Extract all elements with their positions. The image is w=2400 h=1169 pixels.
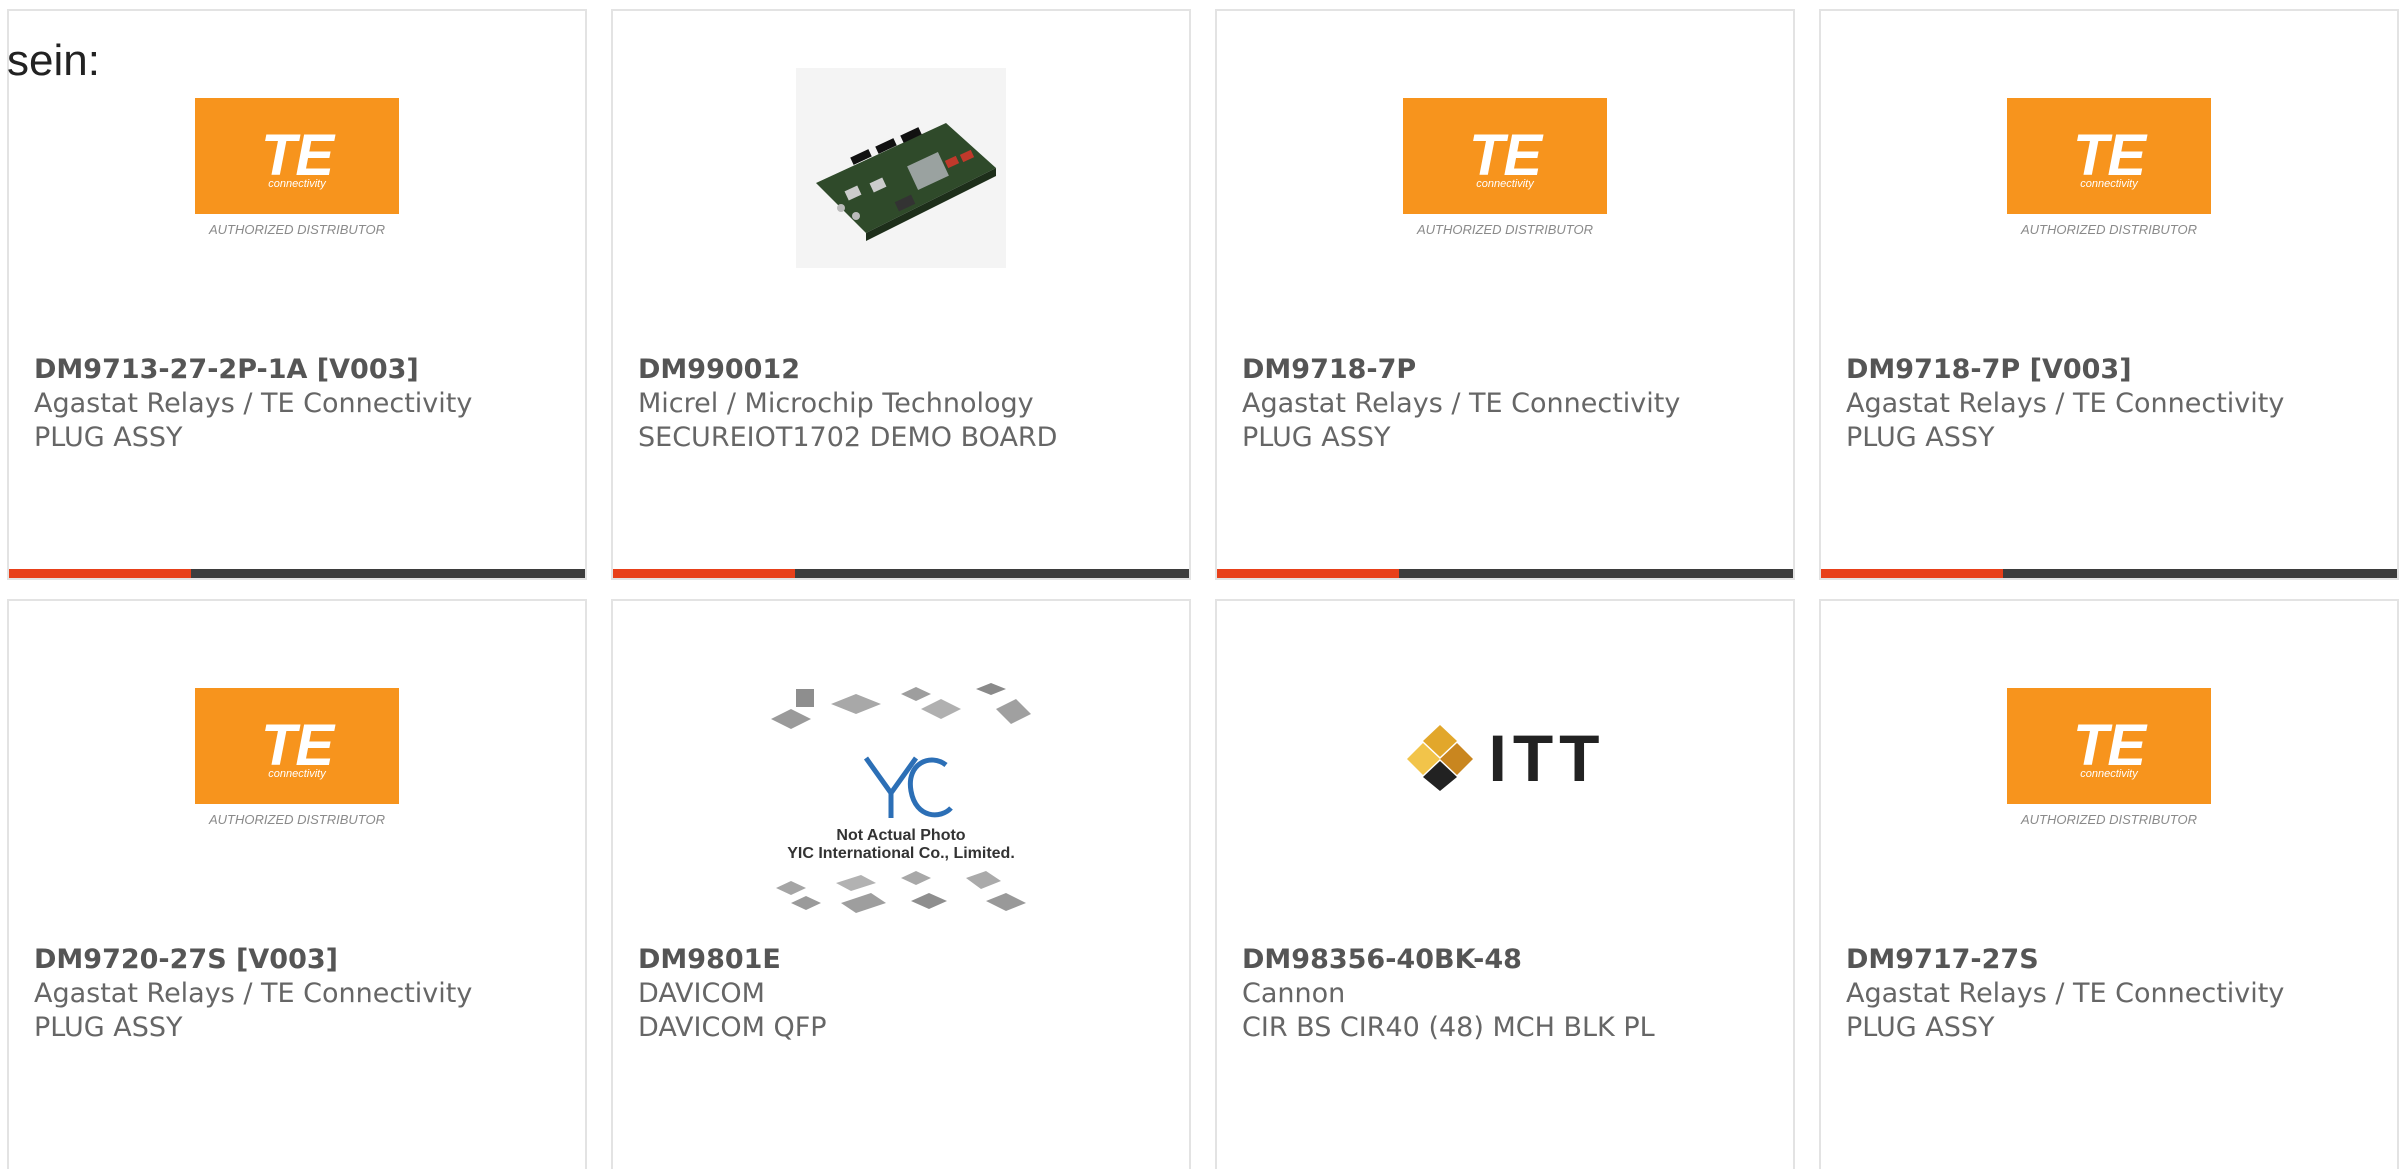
manufacturer: Agastat Relays / TE Connectivity — [34, 978, 473, 1009]
te-connectivity-logo: TE connectivity AUTHORIZED DISTRIBUTOR — [195, 688, 399, 828]
manufacturer: DAVICOM — [638, 978, 765, 1009]
product-image[interactable]: TE connectivity AUTHORIZED DISTRIBUTOR — [1217, 63, 1793, 273]
product-image[interactable]: TE connectivity AUTHORIZED DISTRIBUTOR — [9, 63, 585, 273]
description: PLUG ASSY — [1846, 422, 1995, 453]
description: PLUG ASSY — [1846, 1012, 1995, 1043]
product-card[interactable]: TE connectivity AUTHORIZED DISTRIBUTOR D… — [1215, 9, 1795, 580]
product-card[interactable]: TE connectivity AUTHORIZED DISTRIBUTOR D… — [7, 9, 587, 580]
card-accent-bar — [9, 569, 585, 578]
card-accent-bar — [1821, 569, 2397, 578]
product-image[interactable] — [613, 63, 1189, 273]
manufacturer: Agastat Relays / TE Connectivity — [1846, 388, 2285, 419]
te-connectivity-logo: TE connectivity AUTHORIZED DISTRIBUTOR — [1403, 98, 1607, 238]
part-number-link[interactable]: DM9713-27-2P-1A [V003] — [34, 353, 575, 387]
manufacturer: Agastat Relays / TE Connectivity — [1846, 978, 2285, 1009]
part-number-link[interactable]: DM9801E — [638, 943, 1179, 977]
description: CIR BS CIR40 (48) MCH BLK PL — [1242, 1012, 1655, 1043]
part-number-link[interactable]: DM990012 — [638, 353, 1179, 387]
manufacturer: Cannon — [1242, 978, 1346, 1009]
circuit-board-photo — [796, 68, 1006, 268]
manufacturer: Agastat Relays / TE Connectivity — [34, 388, 473, 419]
part-number-link[interactable]: DM9717-27S — [1846, 943, 2387, 977]
itt-logo: ITT — [1405, 720, 1606, 796]
te-connectivity-logo: TE connectivity AUTHORIZED DISTRIBUTOR — [2007, 98, 2211, 238]
intro-text: sein: — [7, 36, 100, 85]
product-card[interactable]: DM990012 Micrel / Microchip Technology S… — [611, 9, 1191, 580]
part-number-link[interactable]: DM9718-7P — [1242, 353, 1783, 387]
product-card[interactable]: TE connectivity AUTHORIZED DISTRIBUTOR D… — [1819, 599, 2399, 1169]
part-number-link[interactable]: DM98356-40BK-48 — [1242, 943, 1783, 977]
description: SECUREIOT1702 DEMO BOARD — [638, 422, 1058, 453]
part-number-link[interactable]: DM9720-27S [V003] — [34, 943, 575, 977]
yic-placeholder-image: Not Actual Photo YIC International Co., … — [761, 679, 1041, 927]
manufacturer: Micrel / Microchip Technology — [638, 388, 1034, 419]
product-card[interactable]: Not Actual Photo YIC International Co., … — [611, 599, 1191, 1169]
product-image[interactable]: ITT — [1217, 653, 1793, 863]
product-image[interactable]: TE connectivity AUTHORIZED DISTRIBUTOR — [1821, 653, 2397, 863]
card-accent-bar — [613, 569, 1189, 578]
manufacturer: Agastat Relays / TE Connectivity — [1242, 388, 1681, 419]
te-connectivity-logo: TE connectivity AUTHORIZED DISTRIBUTOR — [2007, 688, 2211, 828]
description: PLUG ASSY — [34, 1012, 183, 1043]
product-image[interactable]: TE connectivity AUTHORIZED DISTRIBUTOR — [9, 653, 585, 863]
product-image[interactable]: Not Actual Photo YIC International Co., … — [613, 683, 1189, 923]
product-card[interactable]: ITT DM98356-40BK-48 Cannon CIR BS CIR40 … — [1215, 599, 1795, 1169]
description: PLUG ASSY — [1242, 422, 1391, 453]
te-connectivity-logo: TE connectivity AUTHORIZED DISTRIBUTOR — [195, 98, 399, 238]
product-card[interactable]: TE connectivity AUTHORIZED DISTRIBUTOR D… — [1819, 9, 2399, 580]
description: DAVICOM QFP — [638, 1012, 827, 1043]
product-card[interactable]: TE connectivity AUTHORIZED DISTRIBUTOR D… — [7, 599, 587, 1169]
part-number-link[interactable]: DM9718-7P [V003] — [1846, 353, 2387, 387]
description: PLUG ASSY — [34, 422, 183, 453]
card-accent-bar — [1217, 569, 1793, 578]
product-image[interactable]: TE connectivity AUTHORIZED DISTRIBUTOR — [1821, 63, 2397, 273]
